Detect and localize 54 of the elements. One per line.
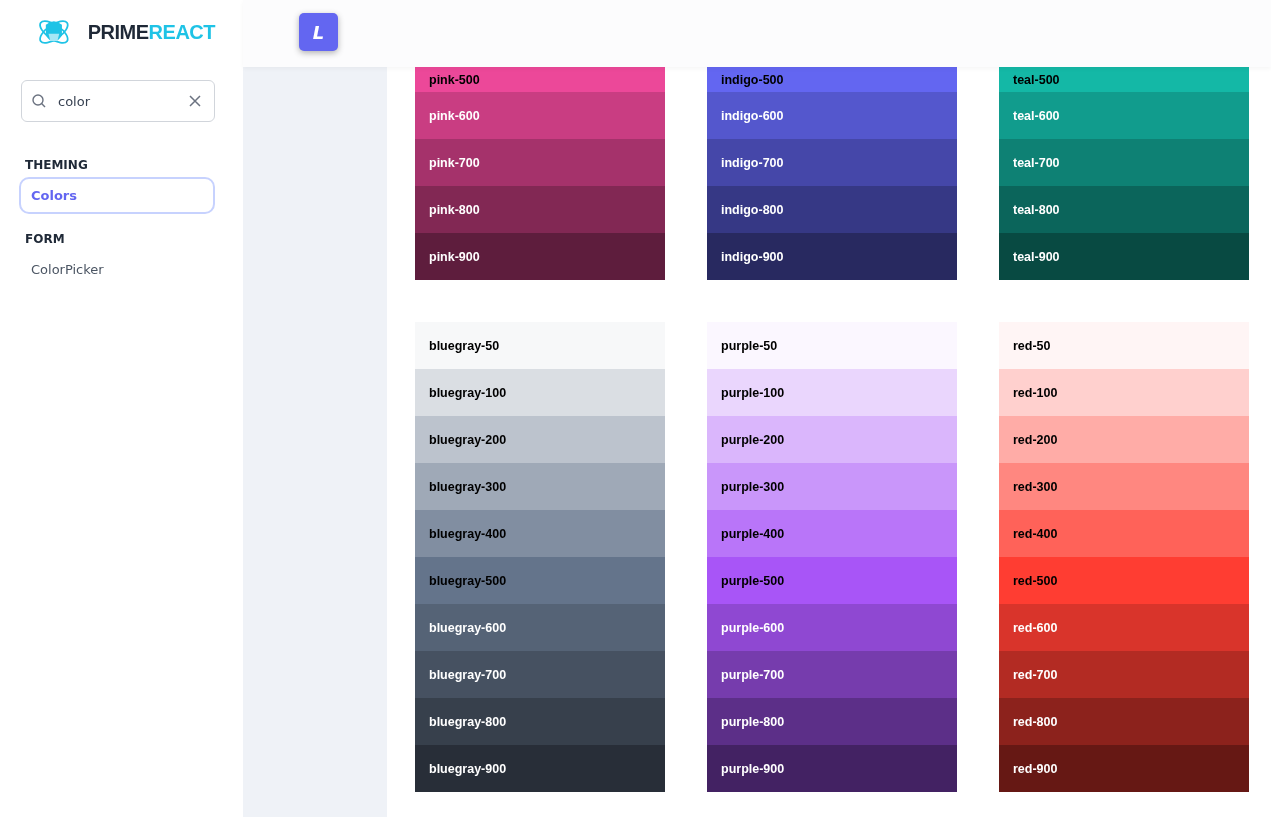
color-swatch: red-400 — [999, 510, 1249, 557]
color-swatch: bluegray-500 — [415, 557, 665, 604]
section-title: FORM — [24, 232, 66, 246]
color-swatch: teal-500 — [999, 67, 1249, 92]
menu-item[interactable]: Colors — [19, 177, 215, 214]
color-swatch: pink-500 — [415, 67, 665, 92]
color-swatch: red-200 — [999, 416, 1249, 463]
color-swatch: red-500 — [999, 557, 1249, 604]
color-swatch: bluegray-900 — [415, 745, 665, 792]
logo-wordmark: PRIMEREACT — [87, 20, 215, 44]
color-swatch: red-300 — [999, 463, 1249, 510]
color-swatch: pink-700 — [415, 139, 665, 186]
color-swatch: pink-600 — [415, 92, 665, 139]
color-swatch: red-100 — [999, 369, 1249, 416]
search-icon — [31, 93, 47, 109]
color-swatch: purple-900 — [707, 745, 957, 792]
color-swatch: purple-300 — [707, 463, 957, 510]
color-swatch: red-50 — [999, 322, 1249, 369]
color-swatch: red-600 — [999, 604, 1249, 651]
color-swatch: bluegray-800 — [415, 698, 665, 745]
color-swatch: purple-200 — [707, 416, 957, 463]
color-swatch: bluegray-400 — [415, 510, 665, 557]
color-swatch: pink-900 — [415, 233, 665, 280]
close-icon[interactable] — [188, 94, 202, 108]
color-swatch: teal-800 — [999, 186, 1249, 233]
color-swatch: bluegray-200 — [415, 416, 665, 463]
layout-button[interactable]: L — [299, 13, 338, 51]
color-swatch: indigo-700 — [707, 139, 957, 186]
search-field[interactable]: color — [21, 80, 215, 122]
color-swatch: indigo-800 — [707, 186, 957, 233]
color-swatch: purple-400 — [707, 510, 957, 557]
color-swatch: purple-600 — [707, 604, 957, 651]
color-swatch: teal-700 — [999, 139, 1249, 186]
color-swatch: purple-700 — [707, 651, 957, 698]
color-swatch: bluegray-50 — [415, 322, 665, 369]
color-swatch: teal-600 — [999, 92, 1249, 139]
color-swatch: teal-900 — [999, 233, 1249, 280]
color-swatch: purple-800 — [707, 698, 957, 745]
color-swatch: pink-800 — [415, 186, 665, 233]
color-swatch: red-800 — [999, 698, 1249, 745]
color-swatch: purple-500 — [707, 557, 957, 604]
color-swatch: purple-100 — [707, 369, 957, 416]
color-swatch: red-900 — [999, 745, 1249, 792]
color-swatch: indigo-500 — [707, 67, 957, 92]
menu-item[interactable]: ColorPicker — [19, 251, 215, 288]
color-swatch: red-700 — [999, 651, 1249, 698]
section-title: THEMING — [24, 158, 89, 172]
color-swatch: indigo-600 — [707, 92, 957, 139]
color-swatch: bluegray-300 — [415, 463, 665, 510]
color-swatch: indigo-900 — [707, 233, 957, 280]
color-swatch: purple-50 — [707, 322, 957, 369]
color-swatch: bluegray-700 — [415, 651, 665, 698]
color-swatch: bluegray-600 — [415, 604, 665, 651]
color-swatch: bluegray-100 — [415, 369, 665, 416]
